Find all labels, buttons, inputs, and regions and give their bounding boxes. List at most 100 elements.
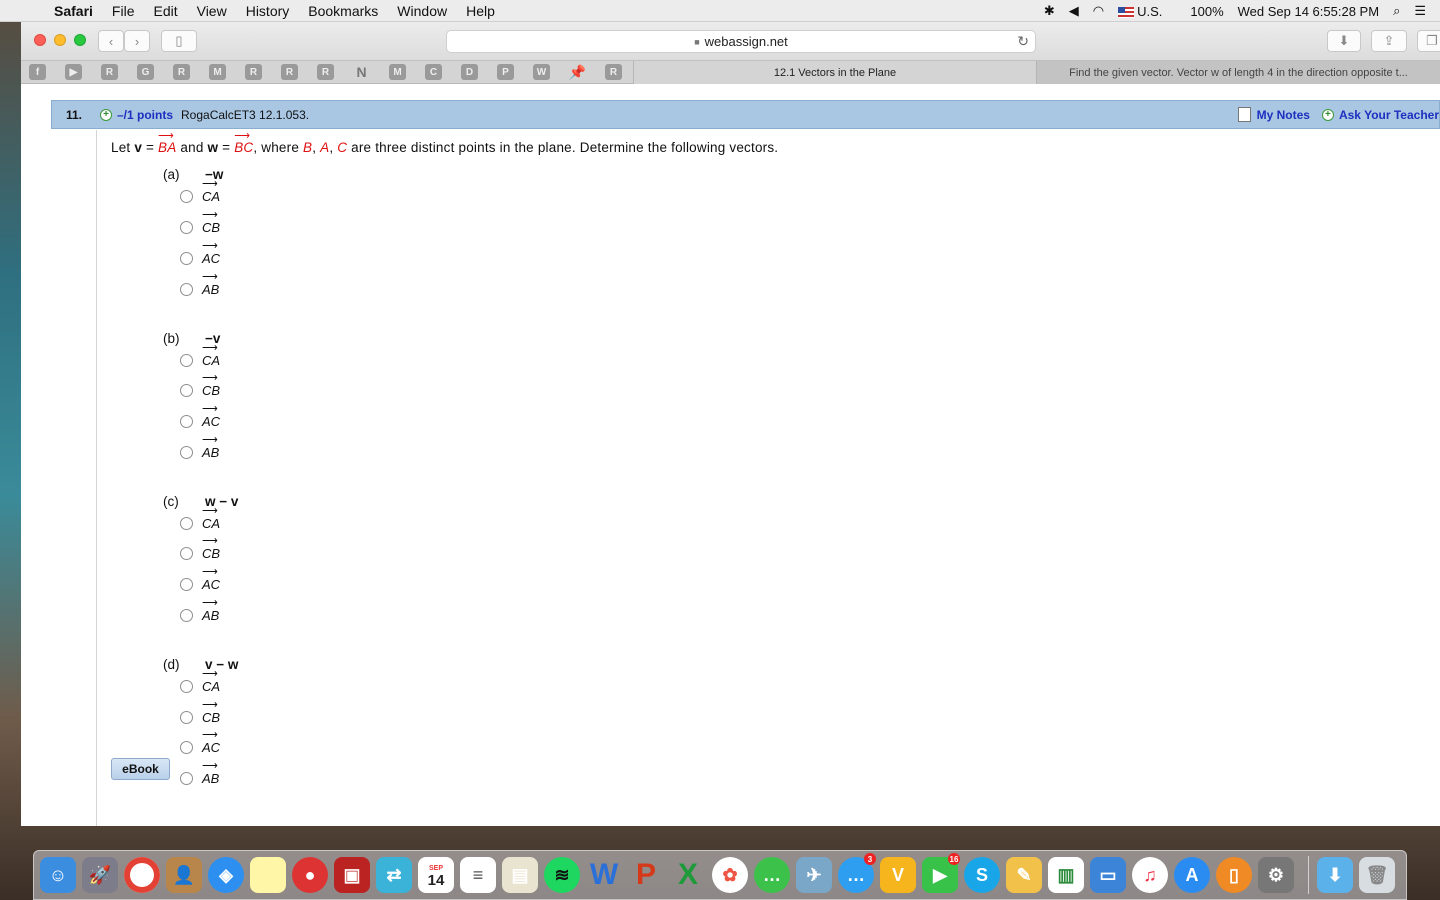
photo-booth-icon[interactable]: ▣ bbox=[334, 857, 370, 893]
favorite-6[interactable]: M bbox=[209, 64, 226, 80]
keyboard-input[interactable]: U.S. bbox=[1118, 4, 1176, 19]
spotify-icon[interactable]: ≋ bbox=[544, 857, 580, 893]
menu-view[interactable]: View bbox=[197, 3, 227, 19]
migration-icon[interactable]: ⇄ bbox=[376, 857, 412, 893]
bluetooth-icon[interactable]: ✱ bbox=[1044, 3, 1055, 19]
clock[interactable]: Wed Sep 14 6:55:28 PM bbox=[1238, 4, 1379, 19]
messages-icon[interactable]: … 3 bbox=[838, 853, 876, 893]
tab-find-given-vector[interactable]: Find the given vector. Vector w of lengt… bbox=[1036, 61, 1440, 84]
part-c-option[interactable]: AC bbox=[180, 565, 220, 592]
radio-button[interactable] bbox=[180, 547, 193, 560]
notification-center-icon[interactable]: ☰ bbox=[1414, 3, 1426, 19]
battery-status[interactable]: 100% bbox=[1190, 4, 1223, 19]
share-button[interactable]: ⇪ bbox=[1371, 30, 1407, 52]
menu-history[interactable]: History bbox=[246, 3, 290, 19]
finder-icon[interactable]: ☺ bbox=[40, 857, 76, 893]
address-bar[interactable]: ■ webassign.net ↻ bbox=[446, 30, 1036, 53]
radio-button[interactable] bbox=[180, 578, 193, 591]
favorite-5[interactable]: R bbox=[173, 64, 190, 80]
ibooks-icon[interactable]: ▯ bbox=[1216, 857, 1252, 893]
part-a-option[interactable]: CB bbox=[180, 208, 220, 235]
radio-button[interactable] bbox=[180, 190, 193, 203]
preview-icon[interactable]: ▤ bbox=[502, 857, 538, 893]
menu-file[interactable]: File bbox=[112, 3, 135, 19]
favorite-4[interactable]: G bbox=[137, 64, 154, 80]
favorite-7[interactable]: R bbox=[245, 64, 262, 80]
safari-icon[interactable]: ◈ bbox=[208, 857, 244, 893]
tab-vectors-in-plane[interactable]: 12.1 Vectors in the Plane bbox=[633, 61, 1036, 84]
favorite-12[interactable]: C bbox=[425, 64, 442, 80]
radio-button[interactable] bbox=[180, 252, 193, 265]
volume-icon[interactable]: ◀ bbox=[1069, 3, 1079, 19]
ebook-button[interactable]: eBook bbox=[111, 758, 170, 780]
favorite-11[interactable]: M bbox=[389, 64, 406, 80]
my-notes-link[interactable]: My Notes bbox=[1257, 108, 1310, 122]
menu-edit[interactable]: Edit bbox=[153, 3, 177, 19]
messages-green-icon[interactable]: … bbox=[754, 857, 790, 893]
part-a-option[interactable]: CA bbox=[180, 177, 220, 204]
radio-button[interactable] bbox=[180, 741, 193, 754]
reminders-icon[interactable]: ≡ bbox=[460, 857, 496, 893]
back-button[interactable]: ‹ bbox=[98, 30, 124, 52]
part-b-option[interactable]: CB bbox=[180, 371, 220, 398]
radio-button[interactable] bbox=[180, 446, 193, 459]
radio-button[interactable] bbox=[180, 415, 193, 428]
radio-button[interactable] bbox=[180, 517, 193, 530]
close-window-button[interactable] bbox=[34, 34, 46, 46]
minimize-window-button[interactable] bbox=[54, 34, 66, 46]
favorite-youtube[interactable]: ▶ bbox=[65, 64, 82, 80]
notes-icon[interactable] bbox=[1237, 107, 1251, 122]
calendar-icon[interactable]: SEP 14 bbox=[418, 857, 454, 893]
zoom-window-button[interactable] bbox=[74, 34, 86, 46]
chrome-icon[interactable] bbox=[124, 857, 160, 893]
vimeo-icon[interactable]: V bbox=[880, 857, 916, 893]
app-store-icon[interactable]: A bbox=[1174, 857, 1210, 893]
trash-icon[interactable]: 🗑 bbox=[1359, 857, 1395, 893]
facetime-icon[interactable]: ▶ 16 bbox=[922, 853, 960, 893]
menu-window[interactable]: Window bbox=[397, 3, 447, 19]
ask-teacher-plus-icon[interactable]: + bbox=[1321, 108, 1334, 121]
part-c-option[interactable]: CA bbox=[180, 504, 220, 531]
part-a-option[interactable]: AB bbox=[180, 270, 219, 297]
part-a-option[interactable]: AC bbox=[180, 239, 220, 266]
launchpad-icon[interactable]: 🚀 bbox=[82, 857, 118, 893]
favorite-10[interactable]: N bbox=[353, 64, 370, 80]
radio-button[interactable] bbox=[180, 772, 193, 785]
tabs-overview-button[interactable]: ❐ bbox=[1417, 30, 1440, 52]
favorite-8[interactable]: R bbox=[281, 64, 298, 80]
radio-button[interactable] bbox=[180, 711, 193, 724]
favorite-9[interactable]: R bbox=[317, 64, 334, 80]
radio-button[interactable] bbox=[180, 384, 193, 397]
part-b-option[interactable]: AB bbox=[180, 433, 219, 460]
part-d-option[interactable]: CB bbox=[180, 698, 220, 725]
favorite-13[interactable]: D bbox=[461, 64, 478, 80]
reload-icon[interactable]: ↻ bbox=[1017, 33, 1029, 50]
radio-button[interactable] bbox=[180, 283, 193, 296]
ask-teacher-link[interactable]: Ask Your Teacher bbox=[1339, 108, 1439, 122]
wifi-icon[interactable]: ◠ bbox=[1093, 3, 1104, 19]
favorite-facebook[interactable]: f bbox=[29, 64, 46, 80]
contacts-icon[interactable]: 👤 bbox=[166, 857, 202, 893]
part-d-option[interactable]: AC bbox=[180, 728, 220, 755]
part-d-option[interactable]: AB bbox=[180, 759, 219, 786]
radio-button[interactable] bbox=[180, 609, 193, 622]
radio-button[interactable] bbox=[180, 354, 193, 367]
keynote-icon[interactable]: ▭ bbox=[1090, 857, 1126, 893]
favorite-3[interactable]: R bbox=[101, 64, 118, 80]
favorite-15[interactable]: W bbox=[533, 64, 550, 80]
points-link[interactable]: –/1 points bbox=[117, 108, 173, 122]
menu-bookmarks[interactable]: Bookmarks bbox=[308, 3, 378, 19]
powerpoint-icon[interactable]: P bbox=[628, 857, 664, 893]
favorite-pin-icon[interactable]: 📌 bbox=[569, 64, 586, 80]
part-c-option[interactable]: AB bbox=[180, 596, 219, 623]
downloads-button[interactable]: ⬇ bbox=[1327, 30, 1361, 52]
itunes-icon[interactable]: ♫ bbox=[1132, 857, 1168, 893]
menu-app-name[interactable]: Safari bbox=[54, 3, 93, 19]
numbers-icon[interactable]: ▥ bbox=[1048, 857, 1084, 893]
favorite-14[interactable]: P bbox=[497, 64, 514, 80]
favorite-17[interactable]: R bbox=[605, 64, 622, 80]
angry-birds-icon[interactable]: ● bbox=[292, 857, 328, 893]
photos-icon[interactable]: ✿ bbox=[712, 857, 748, 893]
menu-help[interactable]: Help bbox=[466, 3, 495, 19]
radio-button[interactable] bbox=[180, 221, 193, 234]
